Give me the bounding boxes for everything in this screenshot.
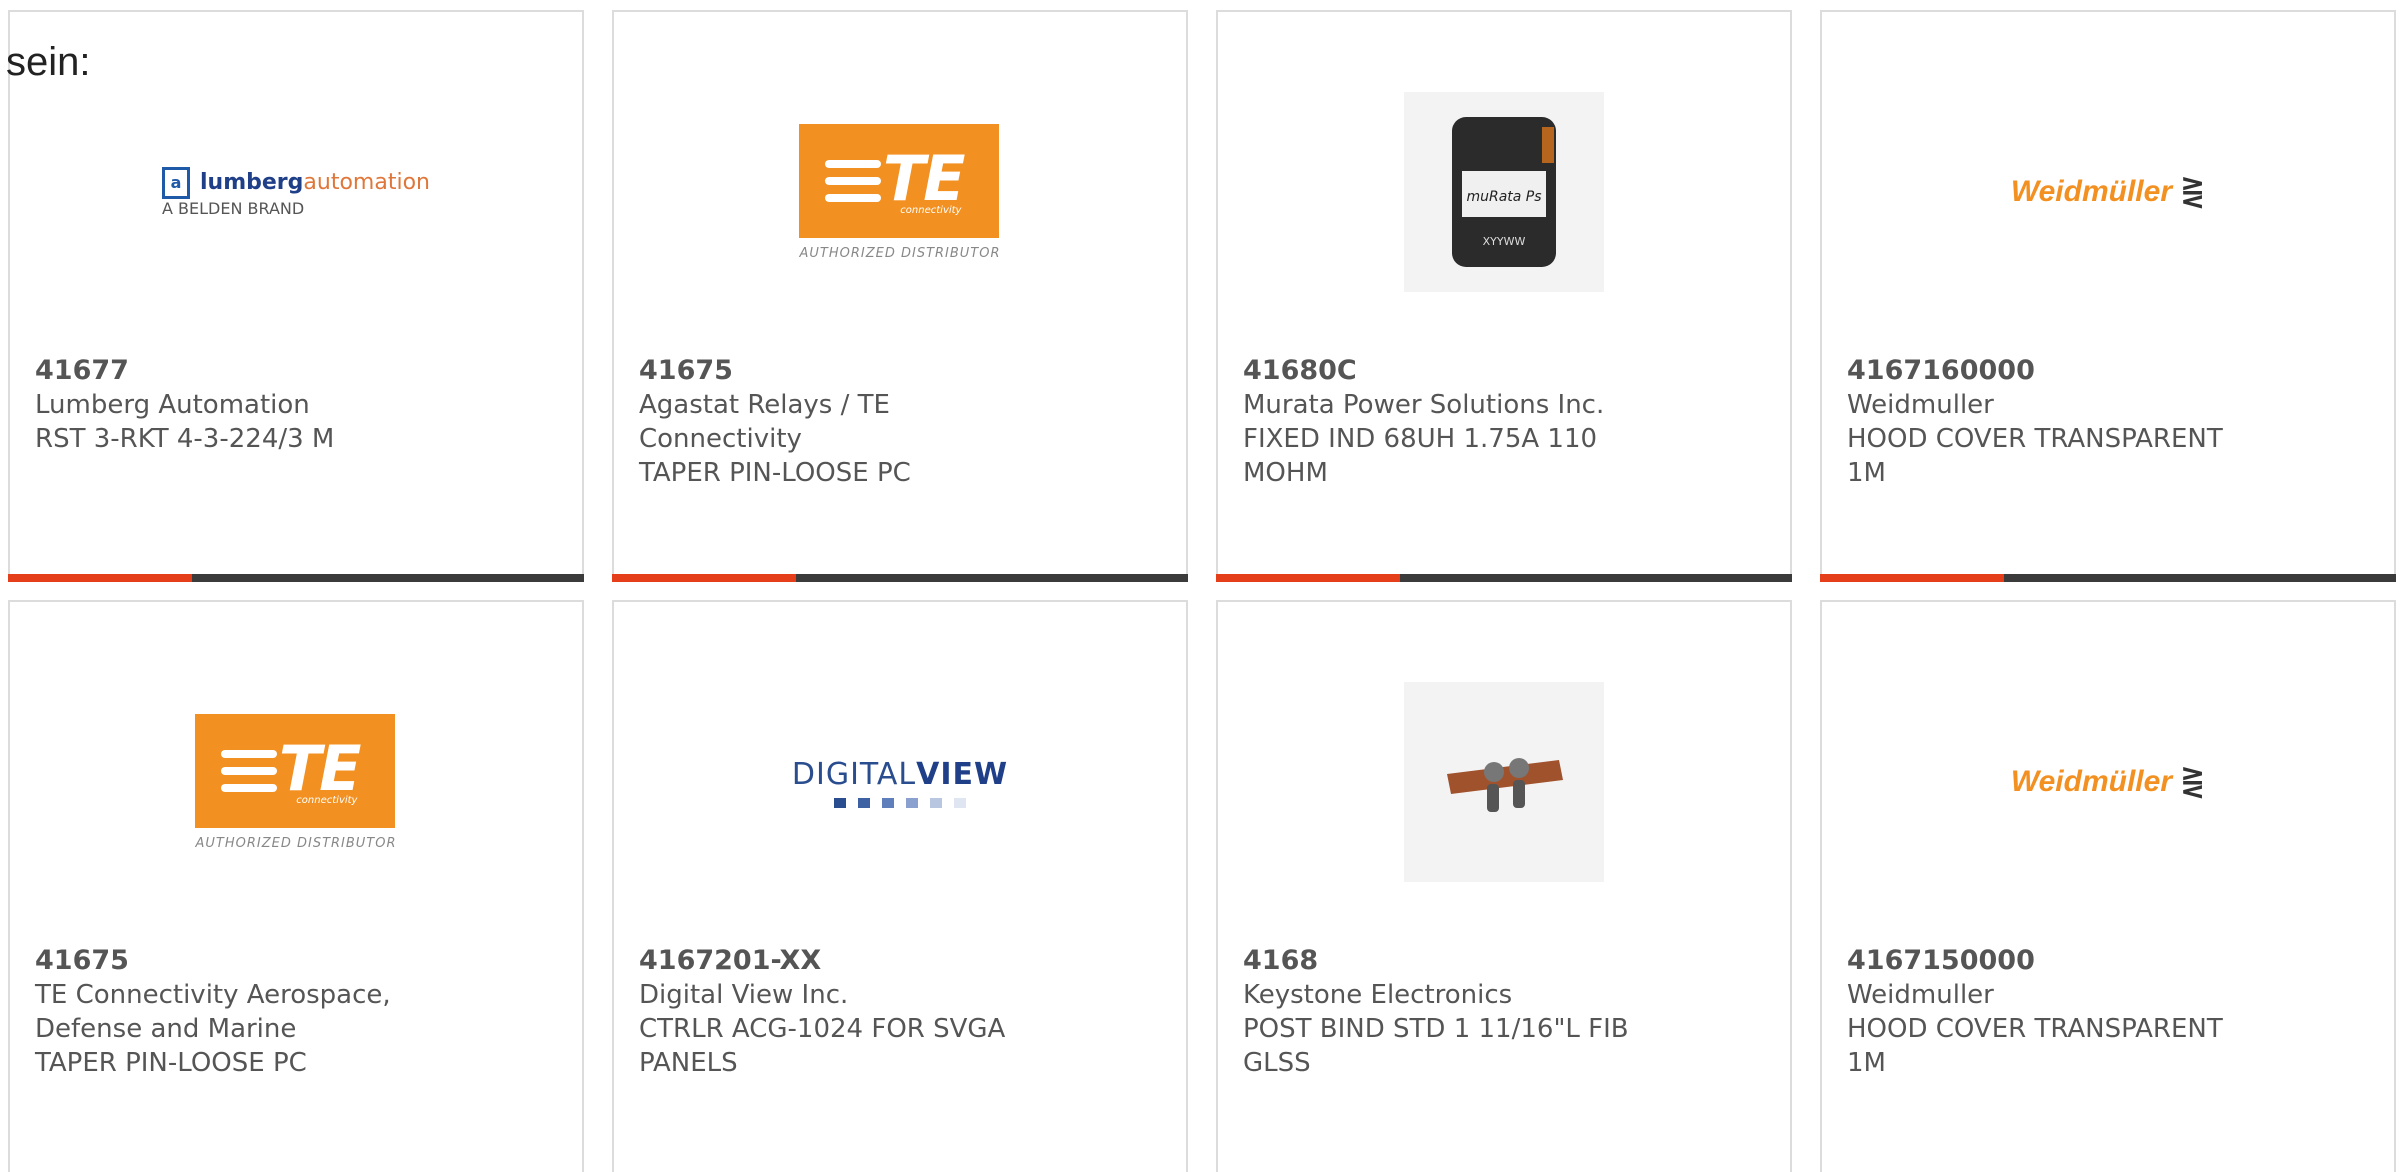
part-number[interactable]: 41675 — [639, 354, 1039, 388]
product-card[interactable]: Weidmüller ⋛ 4167150000 Weidmuller HOOD C… — [1820, 600, 2396, 1172]
part-number[interactable]: 41677 — [35, 354, 435, 388]
product-card[interactable]: TE connectivity AUTHORIZED DISTRIBUTOR 4… — [612, 10, 1188, 582]
product-card[interactable]: a lumbergautomation A BELDEN BRAND 41677… — [8, 10, 584, 582]
weidmuller-logo: Weidmüller ⋛ — [2010, 174, 2206, 210]
part-number[interactable]: 4167160000 — [1847, 354, 2247, 388]
description: TAPER PIN-LOOSE PC — [35, 1048, 307, 1078]
te-logo: TE connectivity AUTHORIZED DISTRIBUTOR — [614, 72, 1186, 312]
inductor-image: muRata Ps XYYWW — [1218, 72, 1790, 312]
description: HOOD COVER TRANSPARENT 1M — [1847, 424, 2223, 488]
te-logo: TE connectivity AUTHORIZED DISTRIBUTOR — [10, 662, 582, 902]
manufacturer: Weidmuller — [1847, 980, 1994, 1010]
manufacturer: Agastat Relays / TE Connectivity — [639, 390, 890, 454]
manufacturer: Keystone Electronics — [1243, 980, 1513, 1010]
description: RST 3-RKT 4-3-224/3 M — [35, 424, 335, 454]
digitalview-logo: DIGITALVIEW — [614, 662, 1186, 902]
card-bar — [612, 574, 1188, 582]
card-bar — [8, 574, 584, 582]
description: POST BIND STD 1 11/16"L FIB GLSS — [1243, 1014, 1629, 1078]
manufacturer: TE Connectivity Aerospace, Defense and M… — [35, 980, 391, 1044]
product-card[interactable]: muRata Ps XYYWW 41680C Murata Power Solu… — [1216, 10, 1792, 582]
manufacturer: Murata Power Solutions Inc. — [1243, 390, 1605, 420]
manufacturer: Weidmuller — [1847, 390, 1994, 420]
part-number[interactable]: 41680C — [1243, 354, 1643, 388]
part-number[interactable]: 4167150000 — [1847, 944, 2247, 978]
card-bar — [1216, 574, 1792, 582]
description: FIXED IND 68UH 1.75A 110 MOHM — [1243, 424, 1598, 488]
svg-text:muRata Ps: muRata Ps — [1466, 189, 1541, 205]
lumberg-logo: a lumbergautomation A BELDEN BRAND — [10, 72, 582, 312]
product-card[interactable]: DIGITALVIEW 4167201-XX Digital View Inc.… — [612, 600, 1188, 1172]
binding-post-image — [1218, 662, 1790, 902]
intro-text: sein: — [6, 40, 91, 84]
manufacturer: Lumberg Automation — [35, 390, 310, 420]
description: CTRLR ACG-1024 FOR SVGA PANELS — [639, 1014, 1006, 1078]
part-number[interactable]: 4168 — [1243, 944, 1643, 978]
description: TAPER PIN-LOOSE PC — [639, 458, 911, 488]
weidmuller-logo: Weidmüller ⋛ — [2010, 764, 2206, 800]
part-number[interactable]: 4167201-XX — [639, 944, 1039, 978]
manufacturer: Digital View Inc. — [639, 980, 849, 1010]
svg-text:XYYWW: XYYWW — [1483, 235, 1526, 248]
product-card[interactable]: TE connectivity AUTHORIZED DISTRIBUTOR 4… — [8, 600, 584, 1172]
product-card[interactable]: 4168 Keystone Electronics POST BIND STD … — [1216, 600, 1792, 1172]
description: HOOD COVER TRANSPARENT 1M — [1847, 1014, 2223, 1078]
part-number[interactable]: 41675 — [35, 944, 435, 978]
product-grid: a lumbergautomation A BELDEN BRAND 41677… — [0, 0, 2400, 1172]
product-card[interactable]: Weidmüller ⋛ 4167160000 Weidmuller HOOD C… — [1820, 10, 2396, 582]
card-bar — [1820, 574, 2396, 582]
